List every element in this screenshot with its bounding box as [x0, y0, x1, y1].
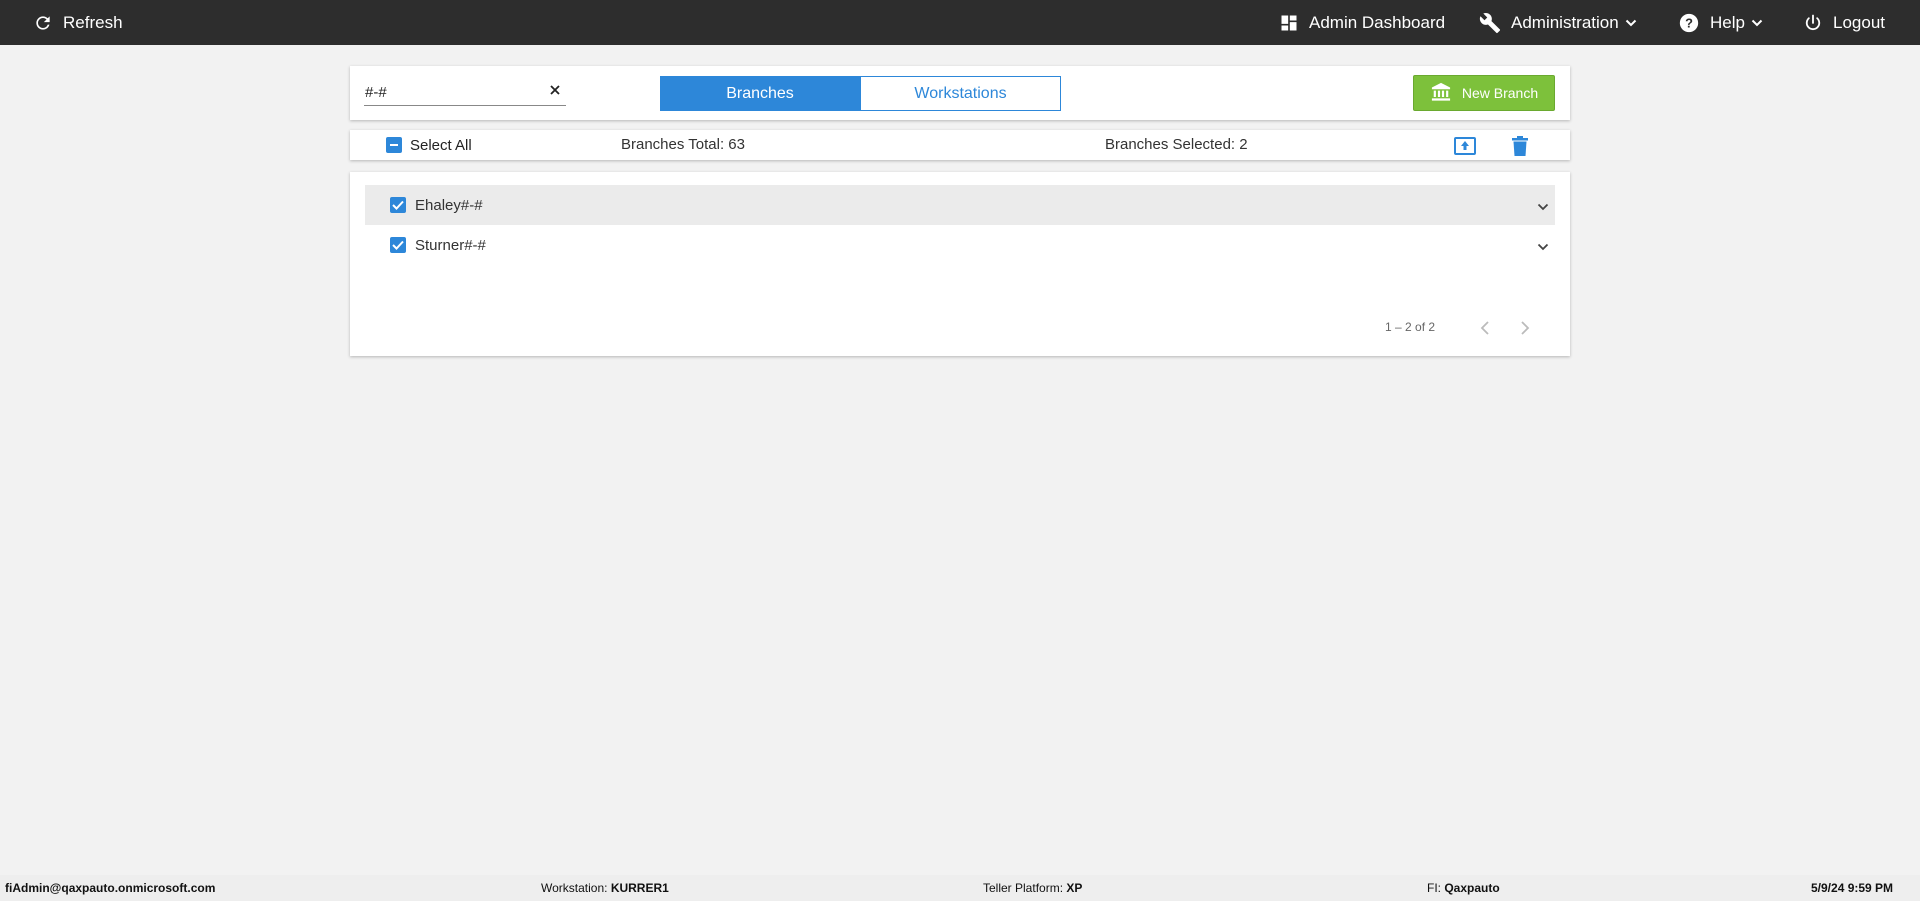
administration-menu[interactable]: Administration	[1479, 0, 1637, 45]
new-branch-button[interactable]: New Branch	[1413, 75, 1555, 111]
footer-teller-platform: Teller Platform: XP	[983, 881, 1083, 895]
search-input[interactable]	[364, 80, 544, 104]
chevron-right-icon	[1521, 321, 1530, 335]
administration-label: Administration	[1511, 12, 1619, 32]
chevron-down-icon[interactable]	[1537, 240, 1549, 258]
indeterminate-icon	[390, 144, 398, 146]
export-icon[interactable]	[1454, 137, 1476, 160]
search-toolbar-card: Branches Workstations New Branch	[350, 66, 1570, 120]
selection-bar: Select All Branches Total: 63 Branches S…	[350, 130, 1570, 160]
new-branch-label: New Branch	[1461, 85, 1539, 101]
top-navigation-bar: Refresh Admin Dashboard Administration ?…	[0, 0, 1920, 45]
bank-icon	[1430, 82, 1452, 105]
pagination-range: 1 – 2 of 2	[1385, 320, 1436, 334]
branches-total-text: Branches Total: 63	[621, 136, 745, 153]
branch-list-card: Ehaley#-# Sturner#-# 1 – 2 of 2	[350, 172, 1570, 356]
refresh-icon	[33, 13, 53, 33]
logout-label: Logout	[1833, 12, 1885, 32]
check-icon	[392, 240, 404, 250]
chevron-down-icon[interactable]	[1537, 200, 1549, 218]
chevron-left-icon	[1480, 321, 1489, 335]
chevron-down-icon	[1625, 17, 1637, 29]
branch-name: Ehaley#-#	[415, 197, 483, 214]
admin-dashboard-label: Admin Dashboard	[1309, 12, 1446, 32]
branch-checkbox[interactable]	[390, 237, 406, 253]
status-footer: fiAdmin@qaxpauto.onmicrosoft.com Worksta…	[0, 875, 1920, 901]
close-icon	[549, 83, 561, 101]
admin-dashboard-link[interactable]: Admin Dashboard	[1279, 0, 1445, 45]
wrench-icon	[1479, 12, 1501, 34]
footer-user: fiAdmin@qaxpauto.onmicrosoft.com	[5, 881, 216, 895]
next-page-button[interactable]	[1515, 318, 1535, 338]
branches-selected-text: Branches Selected: 2	[1105, 136, 1248, 153]
refresh-button[interactable]: Refresh	[33, 0, 123, 45]
svg-text:?: ?	[1685, 15, 1693, 30]
logout-button[interactable]: Logout	[1803, 0, 1885, 45]
power-icon	[1803, 13, 1823, 33]
select-all-label: Select All	[410, 137, 472, 154]
branch-name: Sturner#-#	[415, 237, 486, 254]
clear-search-button[interactable]	[546, 83, 564, 101]
select-all-checkbox[interactable]	[382, 133, 406, 157]
dashboard-icon	[1279, 13, 1299, 33]
footer-workstation: Workstation: KURRER1	[541, 881, 669, 895]
help-icon: ?	[1678, 12, 1700, 34]
refresh-label: Refresh	[63, 12, 123, 32]
previous-page-button[interactable]	[1475, 318, 1495, 338]
footer-datetime: 5/9/24 9:59 PM	[1811, 881, 1894, 895]
footer-fi: FI: Qaxpauto	[1427, 881, 1500, 895]
tab-workstations[interactable]: Workstations	[860, 76, 1061, 111]
chevron-down-icon	[1751, 17, 1763, 29]
list-item[interactable]: Ehaley#-#	[365, 185, 1555, 225]
list-item[interactable]: Sturner#-#	[365, 225, 1555, 265]
search-field	[364, 80, 566, 106]
help-menu[interactable]: ? Help	[1678, 0, 1763, 45]
trash-icon[interactable]	[1512, 136, 1528, 161]
help-label: Help	[1710, 12, 1745, 32]
check-icon	[392, 200, 404, 210]
branch-checkbox[interactable]	[390, 197, 406, 213]
tab-branches[interactable]: Branches	[660, 76, 860, 111]
